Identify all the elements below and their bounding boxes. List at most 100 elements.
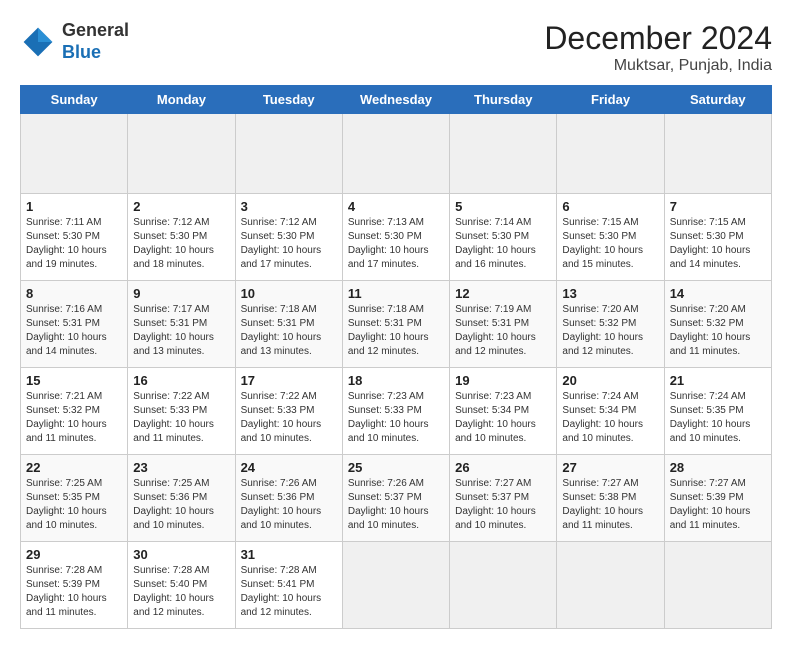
day-info: Sunrise: 7:22 AM Sunset: 5:33 PM Dayligh…: [133, 390, 229, 446]
calendar-cell: 12Sunrise: 7:19 AM Sunset: 5:31 PM Dayli…: [450, 281, 557, 368]
calendar-cell: 1 Sunrise: 7:11 AM Sunset: 5:30 PM Daylig…: [21, 194, 128, 281]
day-number: 22: [26, 460, 122, 475]
calendar-cell: [128, 114, 235, 194]
calendar-week-row: 8Sunrise: 7:16 AM Sunset: 5:31 PM Daylig…: [21, 281, 772, 368]
calendar-cell: [450, 542, 557, 629]
day-header-saturday: Saturday: [664, 86, 771, 114]
day-info: Sunrise: 7:13 AM Sunset: 5:30 PM Dayligh…: [348, 216, 444, 272]
day-info: Sunrise: 7:18 AM Sunset: 5:31 PM Dayligh…: [348, 303, 444, 359]
calendar-cell: 5Sunrise: 7:14 AM Sunset: 5:30 PM Daylig…: [450, 194, 557, 281]
day-number: 10: [241, 286, 337, 301]
calendar-header-row: SundayMondayTuesdayWednesdayThursdayFrid…: [21, 86, 772, 114]
calendar-cell: [450, 114, 557, 194]
day-number: 26: [455, 460, 551, 475]
day-info: Sunrise: 7:15 AM Sunset: 5:30 PM Dayligh…: [562, 216, 658, 272]
calendar-cell: 6 Sunrise: 7:15 AM Sunset: 5:30 PM Daylig…: [557, 194, 664, 281]
calendar-cell: 4 Sunrise: 7:13 AM Sunset: 5:30 PM Daylig…: [342, 194, 449, 281]
day-number: 24: [241, 460, 337, 475]
day-info: Sunrise: 7:27 AM Sunset: 5:39 PM Dayligh…: [670, 477, 766, 533]
day-info: Sunrise: 7:26 AM Sunset: 5:37 PM Dayligh…: [348, 477, 444, 533]
calendar-cell: [21, 114, 128, 194]
location: Muktsar, Punjab, India: [544, 57, 772, 75]
calendar-cell: 22Sunrise: 7:25 AM Sunset: 5:35 PM Dayli…: [21, 455, 128, 542]
calendar-week-row: 22Sunrise: 7:25 AM Sunset: 5:35 PM Dayli…: [21, 455, 772, 542]
calendar-cell: 15 Sunrise: 7:21 AM Sunset: 5:32 PM Dayli…: [21, 368, 128, 455]
day-info: Sunrise: 7:25 AM Sunset: 5:36 PM Dayligh…: [133, 477, 229, 533]
day-number: 1: [26, 199, 122, 214]
calendar-week-row: 1 Sunrise: 7:11 AM Sunset: 5:30 PM Daylig…: [21, 194, 772, 281]
logo-icon: [20, 24, 56, 60]
day-info: Sunrise: 7:23 AM Sunset: 5:33 PM Dayligh…: [348, 390, 444, 446]
calendar-cell: [342, 542, 449, 629]
calendar-cell: 7 Sunrise: 7:15 AM Sunset: 5:30 PM Daylig…: [664, 194, 771, 281]
day-info: Sunrise: 7:26 AM Sunset: 5:36 PM Dayligh…: [241, 477, 337, 533]
day-number: 27: [562, 460, 658, 475]
calendar-cell: 23 Sunrise: 7:25 AM Sunset: 5:36 PM Dayli…: [128, 455, 235, 542]
calendar-cell: 9 Sunrise: 7:17 AM Sunset: 5:31 PM Daylig…: [128, 281, 235, 368]
day-number: 6: [562, 199, 658, 214]
calendar-cell: 14Sunrise: 7:20 AM Sunset: 5:32 PM Dayli…: [664, 281, 771, 368]
day-number: 15: [26, 373, 122, 388]
calendar-week-row: 29Sunrise: 7:28 AM Sunset: 5:39 PM Dayli…: [21, 542, 772, 629]
calendar-cell: 27 Sunrise: 7:27 AM Sunset: 5:38 PM Dayli…: [557, 455, 664, 542]
day-info: Sunrise: 7:12 AM Sunset: 5:30 PM Dayligh…: [133, 216, 229, 272]
day-number: 21: [670, 373, 766, 388]
day-header-wednesday: Wednesday: [342, 86, 449, 114]
calendar-cell: 8Sunrise: 7:16 AM Sunset: 5:31 PM Daylig…: [21, 281, 128, 368]
day-info: Sunrise: 7:24 AM Sunset: 5:34 PM Dayligh…: [562, 390, 658, 446]
calendar-cell: 25Sunrise: 7:26 AM Sunset: 5:37 PM Dayli…: [342, 455, 449, 542]
day-number: 8: [26, 286, 122, 301]
calendar-table: SundayMondayTuesdayWednesdayThursdayFrid…: [20, 85, 772, 629]
calendar-cell: [557, 114, 664, 194]
day-number: 2: [133, 199, 229, 214]
day-info: Sunrise: 7:17 AM Sunset: 5:31 PM Dayligh…: [133, 303, 229, 359]
day-info: Sunrise: 7:23 AM Sunset: 5:34 PM Dayligh…: [455, 390, 551, 446]
day-number: 20: [562, 373, 658, 388]
calendar-cell: 31Sunrise: 7:28 AM Sunset: 5:41 PM Dayli…: [235, 542, 342, 629]
calendar-cell: 11Sunrise: 7:18 AM Sunset: 5:31 PM Dayli…: [342, 281, 449, 368]
day-info: Sunrise: 7:12 AM Sunset: 5:30 PM Dayligh…: [241, 216, 337, 272]
day-info: Sunrise: 7:11 AM Sunset: 5:30 PM Dayligh…: [26, 216, 122, 272]
calendar-cell: 24 Sunrise: 7:26 AM Sunset: 5:36 PM Dayli…: [235, 455, 342, 542]
day-info: Sunrise: 7:24 AM Sunset: 5:35 PM Dayligh…: [670, 390, 766, 446]
day-info: Sunrise: 7:20 AM Sunset: 5:32 PM Dayligh…: [562, 303, 658, 359]
day-number: 18: [348, 373, 444, 388]
logo-text: General Blue: [62, 20, 129, 63]
month-year: December 2024: [544, 20, 772, 57]
day-info: Sunrise: 7:27 AM Sunset: 5:38 PM Dayligh…: [562, 477, 658, 533]
day-number: 28: [670, 460, 766, 475]
calendar-cell: 2 Sunrise: 7:12 AM Sunset: 5:30 PM Daylig…: [128, 194, 235, 281]
logo-general: General: [62, 20, 129, 40]
day-header-friday: Friday: [557, 86, 664, 114]
calendar-cell: [664, 542, 771, 629]
day-info: Sunrise: 7:19 AM Sunset: 5:31 PM Dayligh…: [455, 303, 551, 359]
calendar-body: 1 Sunrise: 7:11 AM Sunset: 5:30 PM Daylig…: [21, 114, 772, 629]
logo: General Blue: [20, 20, 129, 63]
day-number: 23: [133, 460, 229, 475]
day-number: 30: [133, 547, 229, 562]
calendar-cell: 18 Sunrise: 7:23 AM Sunset: 5:33 PM Dayli…: [342, 368, 449, 455]
day-info: Sunrise: 7:18 AM Sunset: 5:31 PM Dayligh…: [241, 303, 337, 359]
day-number: 14: [670, 286, 766, 301]
day-number: 29: [26, 547, 122, 562]
page-header: General Blue December 2024 Muktsar, Punj…: [20, 20, 772, 75]
day-number: 31: [241, 547, 337, 562]
calendar-cell: 13Sunrise: 7:20 AM Sunset: 5:32 PM Dayli…: [557, 281, 664, 368]
day-number: 7: [670, 199, 766, 214]
day-number: 9: [133, 286, 229, 301]
day-header-tuesday: Tuesday: [235, 86, 342, 114]
calendar-cell: 21 Sunrise: 7:24 AM Sunset: 5:35 PM Dayli…: [664, 368, 771, 455]
day-info: Sunrise: 7:15 AM Sunset: 5:30 PM Dayligh…: [670, 216, 766, 272]
day-number: 17: [241, 373, 337, 388]
day-number: 4: [348, 199, 444, 214]
calendar-week-row: [21, 114, 772, 194]
calendar-cell: 30Sunrise: 7:28 AM Sunset: 5:40 PM Dayli…: [128, 542, 235, 629]
calendar-cell: 10 Sunrise: 7:18 AM Sunset: 5:31 PM Dayli…: [235, 281, 342, 368]
calendar-cell: 28 Sunrise: 7:27 AM Sunset: 5:39 PM Dayli…: [664, 455, 771, 542]
day-info: Sunrise: 7:14 AM Sunset: 5:30 PM Dayligh…: [455, 216, 551, 272]
day-number: 3: [241, 199, 337, 214]
calendar-cell: 17Sunrise: 7:22 AM Sunset: 5:33 PM Dayli…: [235, 368, 342, 455]
day-info: Sunrise: 7:27 AM Sunset: 5:37 PM Dayligh…: [455, 477, 551, 533]
day-info: Sunrise: 7:21 AM Sunset: 5:32 PM Dayligh…: [26, 390, 122, 446]
day-header-monday: Monday: [128, 86, 235, 114]
